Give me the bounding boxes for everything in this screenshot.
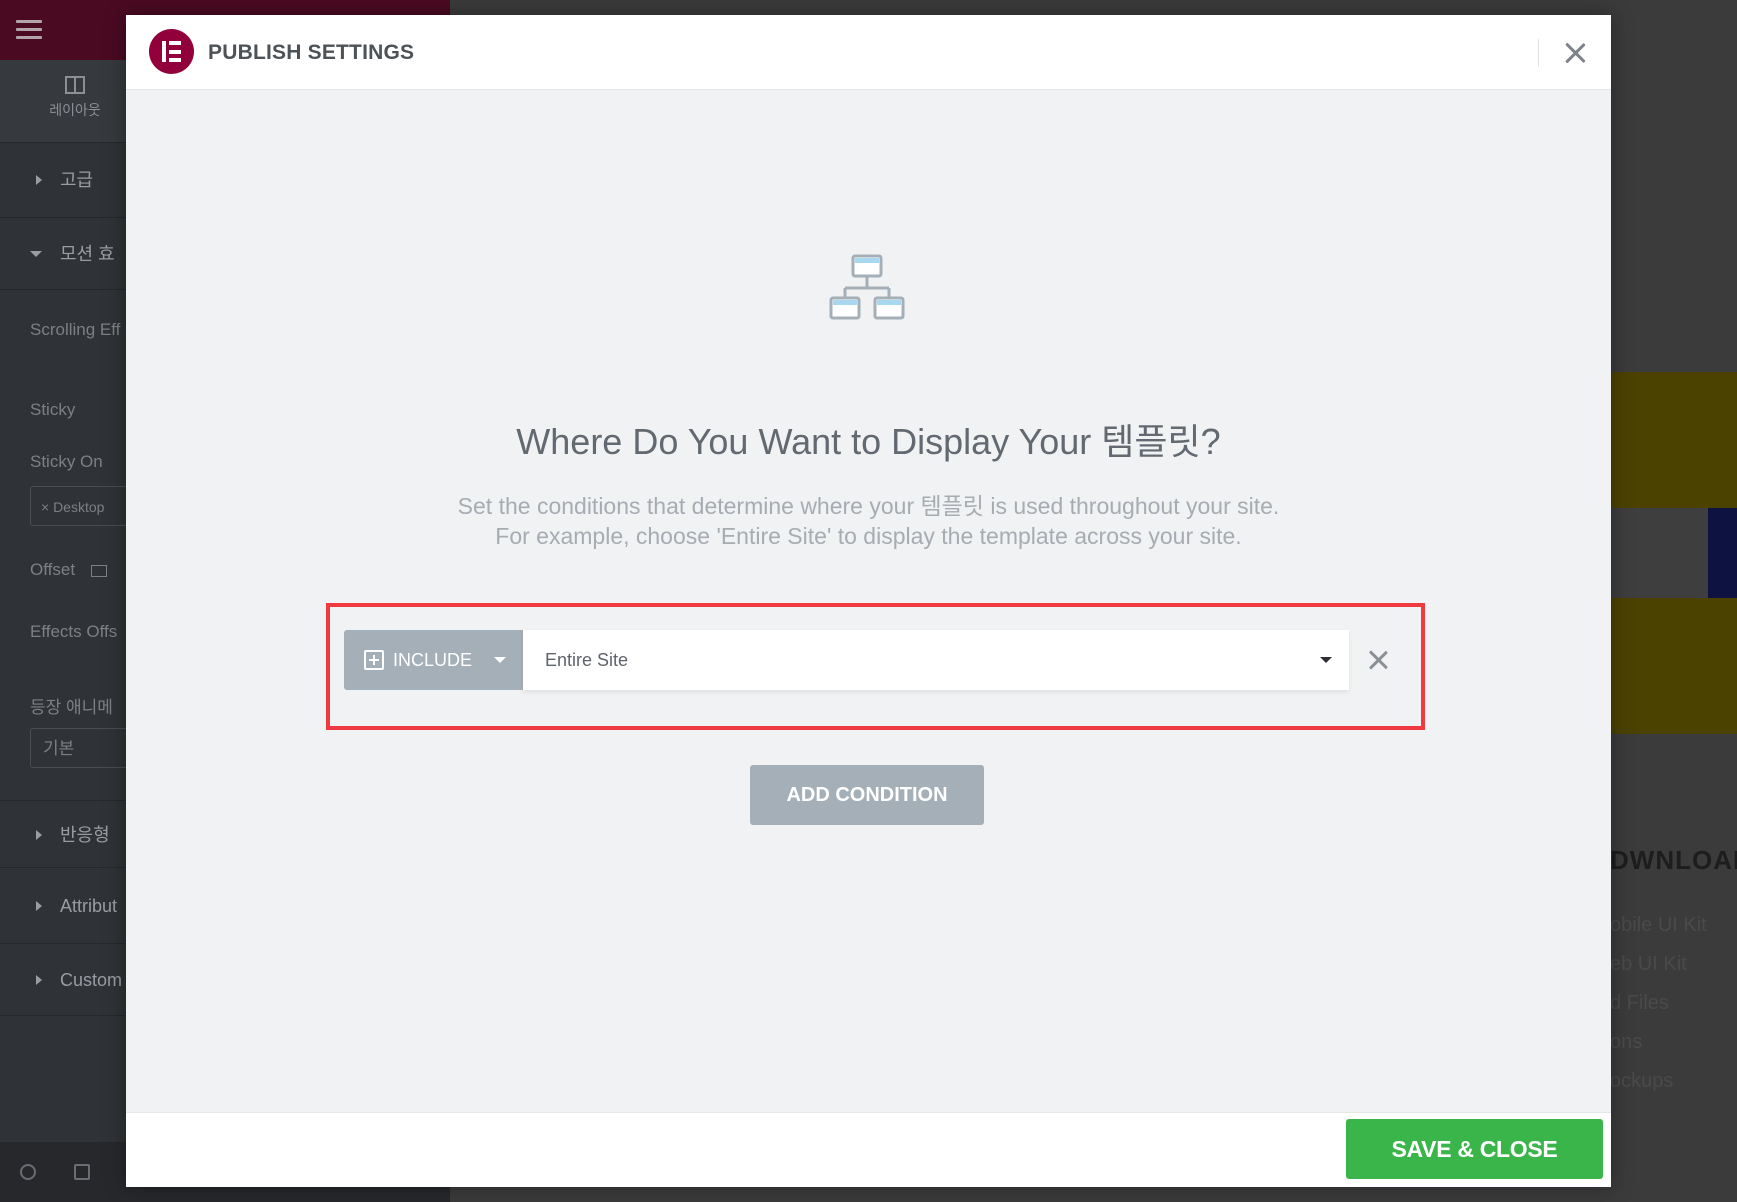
hamburger-menu-icon [16,20,42,40]
plus-icon [364,650,384,670]
header-divider [1538,39,1539,67]
remove-icon[interactable] [1366,648,1390,672]
condition-select[interactable]: Entire Site [523,630,1349,690]
caret-right-icon [36,175,42,186]
modal-description-line-1: Set the conditions that determine where … [457,493,1280,519]
canvas-block [1610,508,1708,598]
canvas-block [1610,372,1737,508]
offset-text: Offset [30,560,76,579]
sticky-on-chip: × Desktop [30,486,140,526]
caret-right-icon [36,901,42,912]
tab-layout: 레이아웃 [35,76,115,120]
section-label: Custom [60,970,123,990]
desktop-icon [91,564,108,577]
canvas-block [1708,508,1737,598]
sticky-on-label: Sticky On [30,452,103,471]
effects-offset-label: Effects Offs [30,622,118,641]
downloads-heading: DWNLOAD [1610,845,1737,875]
save-close-button[interactable]: SAVE & CLOSE [1346,1119,1603,1179]
caret-right-icon [36,830,42,841]
modal-footer: SAVE & CLOSE [126,1112,1611,1187]
modal-header: PUBLISH SETTINGS [126,15,1611,90]
download-item: obile UI Kit [1610,914,1707,936]
section-label: 고급 [60,170,94,190]
layers-icon [74,1164,90,1180]
sitemap-icon [829,254,905,320]
section-label: 모션 효 [60,244,115,264]
scrolling-effects-label: Scrolling Eff [30,320,121,339]
download-item: d Files [1610,992,1669,1014]
chevron-down-icon [1320,657,1332,663]
sticky-label: Sticky [30,400,76,419]
modal-title: PUBLISH SETTINGS [208,41,415,64]
settings-gear-icon [20,1164,36,1180]
add-condition-button[interactable]: ADD CONDITION [750,765,984,825]
entrance-animation-select: 기본 [30,728,140,768]
entrance-animation-label: 등장 애니메 [30,698,113,717]
section-label: 반응형 [60,825,110,845]
caret-right-icon [36,975,42,986]
modal-description-line-2: For example, choose 'Entire Site' to dis… [495,523,1242,549]
close-icon[interactable] [1560,38,1590,68]
download-item: eb UI Kit [1610,953,1687,975]
condition-value: Entire Site [545,650,629,670]
include-exclude-select[interactable]: INCLUDE [344,630,523,690]
columns-icon [65,76,85,94]
offset-label: Offset [30,560,108,580]
modal-headline: Where Do You Want to Display Your 템플릿? [516,421,1221,462]
download-item: ockups [1610,1070,1674,1092]
caret-down-icon [30,251,42,258]
section-label: Attribut [60,896,118,916]
elementor-logo-icon [149,29,194,74]
chevron-down-icon [494,657,506,663]
canvas-block [1610,598,1737,734]
publish-settings-modal: PUBLISH SETTINGS Where Do You Want to Di… [126,15,1611,1187]
tab-layout-label: 레이아웃 [49,102,101,118]
download-item: ons [1610,1031,1643,1053]
include-label: INCLUDE [393,650,473,670]
